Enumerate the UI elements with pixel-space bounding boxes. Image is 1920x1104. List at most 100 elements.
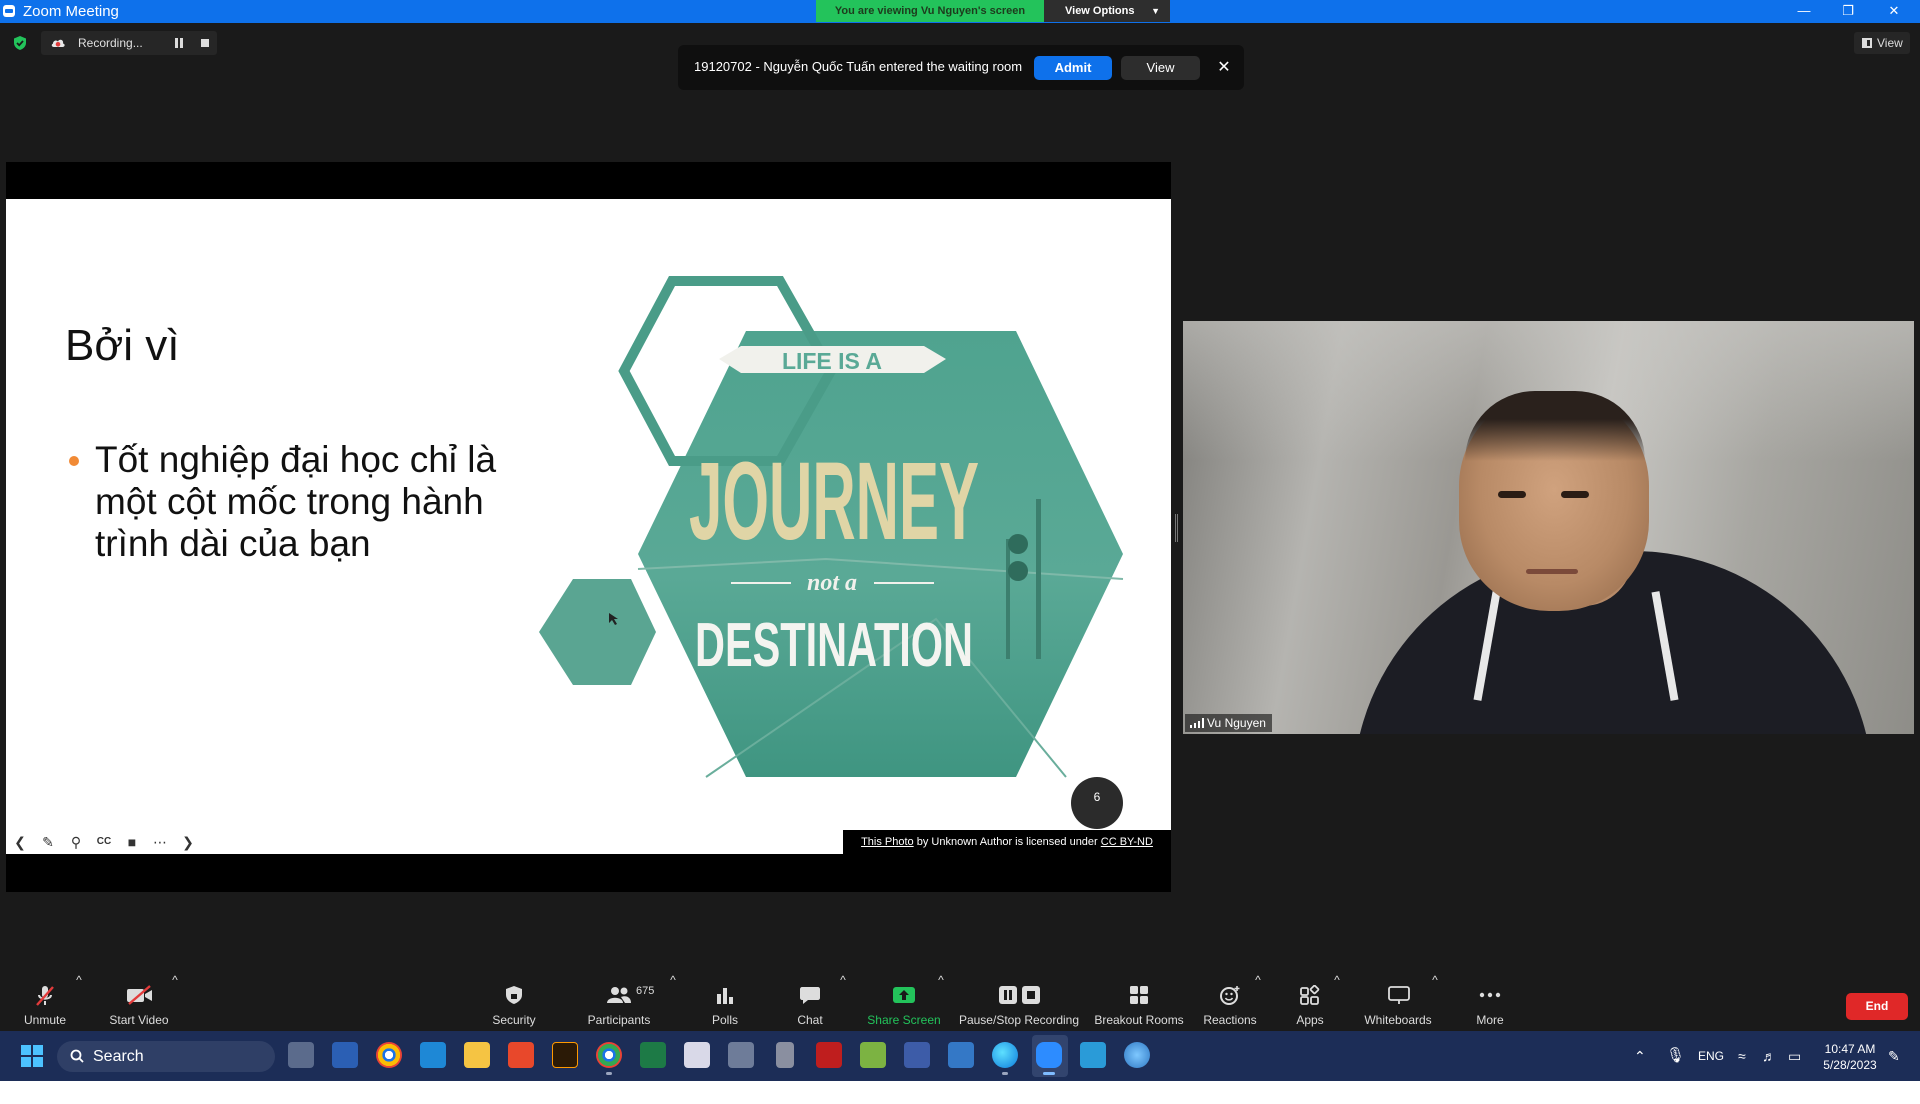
stop-recording-icon[interactable] bbox=[201, 39, 209, 47]
wifi-icon[interactable]: ≈ bbox=[1738, 1031, 1746, 1081]
apps-options-caret-icon[interactable]: ^ bbox=[1332, 973, 1342, 987]
small-hexagon-shape bbox=[539, 579, 656, 685]
window-title: Zoom Meeting bbox=[23, 3, 119, 20]
chrome-app-icon[interactable] bbox=[376, 1042, 402, 1068]
encryption-shield-icon[interactable] bbox=[12, 35, 28, 51]
viewing-screen-banner: You are viewing Vu Nguyen's screen bbox=[816, 0, 1044, 22]
taskbar-search-box[interactable]: Search bbox=[57, 1041, 275, 1072]
notepad-plus-icon[interactable] bbox=[860, 1042, 886, 1068]
photo-credit-link[interactable]: This Photo bbox=[861, 836, 914, 848]
close-window-button[interactable]: ✕ bbox=[1872, 0, 1916, 22]
camera-off-icon[interactable]: ■ bbox=[122, 832, 142, 852]
end-meeting-button[interactable]: End bbox=[1846, 993, 1908, 1020]
more-options-icon[interactable]: ⋯ bbox=[150, 832, 170, 852]
screen-bottom-strip bbox=[0, 1081, 1920, 1104]
polls-icon bbox=[717, 988, 733, 1004]
tray-microphone-icon[interactable]: 🎙 bbox=[1666, 1031, 1685, 1081]
network-app-icon[interactable] bbox=[904, 1042, 930, 1068]
powershell-app-icon[interactable] bbox=[948, 1042, 974, 1068]
polls-button[interactable]: Polls bbox=[700, 973, 750, 1030]
unmute-button[interactable]: Unmute bbox=[16, 973, 74, 1030]
notifications-icon[interactable]: ✎ bbox=[1888, 1031, 1900, 1081]
illustrator-app-icon[interactable] bbox=[552, 1042, 578, 1068]
vscode-app-icon[interactable] bbox=[420, 1042, 446, 1068]
restore-button[interactable]: ❐ bbox=[1826, 0, 1870, 22]
whiteboard-icon bbox=[1388, 986, 1410, 1004]
participant-video[interactable]: Vu Nguyen bbox=[1183, 321, 1914, 734]
powerpoint-app-icon[interactable] bbox=[508, 1042, 534, 1068]
zoom-slide-icon[interactable]: ⚲ bbox=[66, 832, 86, 852]
whiteboards-button[interactable]: Whiteboards bbox=[1358, 973, 1438, 1030]
view-waiting-room-button[interactable]: View bbox=[1121, 56, 1200, 80]
resize-handle[interactable] bbox=[1175, 514, 1178, 542]
apps-icon bbox=[1300, 985, 1320, 1005]
apps-button[interactable]: Apps bbox=[1290, 973, 1330, 1030]
pause-stop-recording-button[interactable]: Pause/Stop Recording bbox=[958, 973, 1080, 1030]
microphone-app-icon[interactable] bbox=[776, 1042, 794, 1068]
reactions-button[interactable]: Reactions bbox=[1200, 973, 1260, 1030]
waiting-room-notification: 19120702 - Nguyễn Quốc Tuấn entered the … bbox=[678, 45, 1244, 90]
video-options-caret-icon[interactable]: ^ bbox=[170, 973, 180, 987]
control-panel-icon[interactable] bbox=[728, 1042, 754, 1068]
participants-button[interactable]: 675 Participants bbox=[584, 973, 655, 1030]
reactions-label: Reactions bbox=[1203, 1013, 1257, 1027]
breakout-rooms-button[interactable]: Breakout Rooms bbox=[1094, 973, 1184, 1030]
view-layout-button[interactable]: View bbox=[1854, 32, 1910, 54]
pause-stop-recording-label: Pause/Stop Recording bbox=[958, 1013, 1080, 1027]
file-explorer-icon[interactable] bbox=[464, 1042, 490, 1068]
security-shield-icon bbox=[506, 986, 522, 1004]
photo-credit-text: by Unknown Author is licensed under bbox=[913, 836, 1101, 848]
pen-icon[interactable]: ✎ bbox=[38, 832, 58, 852]
edge-app-icon[interactable] bbox=[992, 1042, 1018, 1075]
snipping-tool-icon[interactable] bbox=[684, 1042, 710, 1068]
graphic-line-2: JOURNEY bbox=[689, 440, 979, 563]
more-button[interactable]: More bbox=[1470, 973, 1510, 1030]
share-screen-button[interactable]: Share Screen bbox=[864, 973, 944, 1030]
graphic-line-1: LIFE IS A bbox=[782, 348, 882, 374]
recording-label: Recording... bbox=[78, 36, 143, 50]
security-button[interactable]: Security bbox=[484, 973, 544, 1030]
license-link[interactable]: CC BY-ND bbox=[1101, 836, 1153, 848]
search-icon bbox=[70, 1049, 84, 1063]
filezilla-app-icon[interactable] bbox=[816, 1042, 842, 1068]
reactions-smiley-icon bbox=[1220, 986, 1240, 1005]
shared-screen: Bởi vì Tốt nghiệp đại học chỉ là một cột… bbox=[6, 162, 1171, 892]
participants-options-caret-icon[interactable]: ^ bbox=[668, 973, 678, 987]
previous-slide-icon[interactable]: ❮ bbox=[10, 832, 30, 852]
browser-app-icon[interactable] bbox=[1124, 1042, 1150, 1068]
next-slide-icon[interactable]: ❯ bbox=[178, 832, 198, 852]
input-language[interactable]: ENG bbox=[1698, 1031, 1724, 1081]
task-view-icon[interactable] bbox=[288, 1042, 314, 1068]
volume-icon[interactable]: ♬ bbox=[1762, 1031, 1776, 1081]
show-hidden-icons-icon[interactable]: ⌃ bbox=[1634, 1031, 1646, 1081]
reactions-options-caret-icon[interactable]: ^ bbox=[1253, 973, 1263, 987]
admit-button[interactable]: Admit bbox=[1034, 56, 1112, 80]
view-options-label: View Options bbox=[1065, 5, 1135, 17]
pause-recording-icon[interactable] bbox=[175, 38, 183, 48]
chrome-profile-app-icon[interactable] bbox=[596, 1042, 622, 1075]
share-options-caret-icon[interactable]: ^ bbox=[936, 973, 946, 987]
recording-indicator: Recording... bbox=[41, 31, 217, 55]
chat-options-caret-icon[interactable]: ^ bbox=[838, 973, 848, 987]
minimize-button[interactable]: — bbox=[1782, 0, 1826, 22]
windows-start-icon[interactable] bbox=[21, 1045, 43, 1067]
paint-app-icon[interactable] bbox=[1080, 1042, 1106, 1068]
zoom-app-icon[interactable] bbox=[1036, 1042, 1062, 1075]
chat-button[interactable]: Chat bbox=[785, 973, 835, 1030]
zoom-window: Zoom Meeting You are viewing Vu Nguyen's… bbox=[0, 0, 1920, 1104]
audio-options-caret-icon[interactable]: ^ bbox=[74, 973, 84, 987]
start-video-button[interactable]: Start Video bbox=[104, 973, 174, 1030]
graphic-line-4: DESTINATION bbox=[695, 611, 973, 680]
view-layout-label: View bbox=[1877, 36, 1903, 50]
view-options-button[interactable]: View Options ▼ bbox=[1044, 0, 1170, 22]
subtitles-icon[interactable]: CC bbox=[94, 832, 114, 852]
more-dots-icon bbox=[1479, 992, 1501, 998]
start-video-label: Start Video bbox=[109, 1013, 169, 1027]
battery-icon[interactable]: ▭ bbox=[1788, 1031, 1801, 1081]
close-notification-icon[interactable]: ✕ bbox=[1212, 56, 1236, 80]
participants-label: Participants bbox=[587, 1013, 651, 1027]
word-app-icon[interactable] bbox=[332, 1042, 358, 1068]
taskbar-clock[interactable]: 10:47 AM 5/28/2023 bbox=[1820, 1041, 1880, 1073]
excel-app-icon[interactable] bbox=[640, 1042, 666, 1068]
whiteboards-options-caret-icon[interactable]: ^ bbox=[1430, 973, 1440, 987]
